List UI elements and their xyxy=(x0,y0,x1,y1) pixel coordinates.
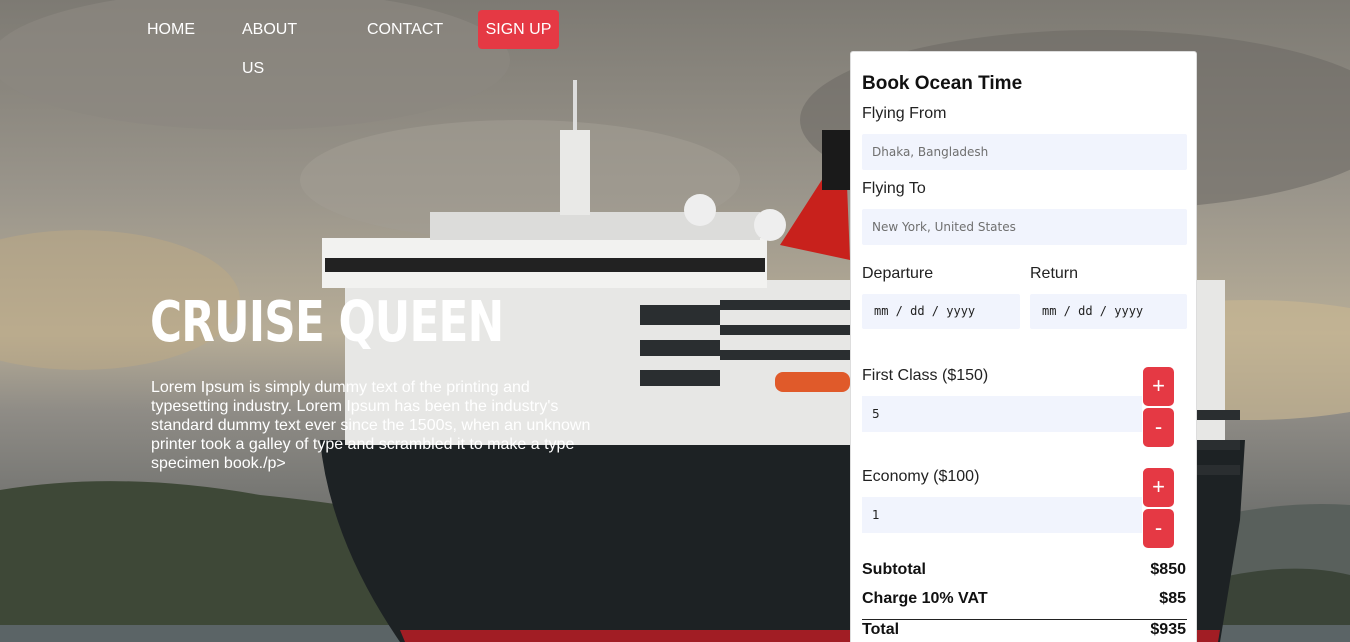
vat-value: $85 xyxy=(1159,590,1186,607)
total-divider xyxy=(862,619,1187,620)
flying-from-input[interactable] xyxy=(862,134,1187,170)
departure-date-input[interactable]: mm / dd / yyyy xyxy=(862,294,1020,329)
first-class-increase-button[interactable]: + xyxy=(1143,367,1174,406)
first-class-label: First Class ($150) xyxy=(862,367,989,384)
hero-description: Lorem Ipsum is simply dummy text of the … xyxy=(151,379,591,472)
vat-label: Charge 10% VAT xyxy=(862,590,988,607)
subtotal-label: Subtotal xyxy=(862,561,926,578)
subtotal-value: $850 xyxy=(1150,561,1186,578)
return-label: Return xyxy=(1030,265,1079,282)
return-date-input[interactable]: mm / dd / yyyy xyxy=(1030,294,1187,329)
hero-title: CRUISE QUEEN xyxy=(150,290,504,355)
nav-home-link[interactable]: HOME xyxy=(147,10,195,49)
signup-button[interactable]: SIGN UP xyxy=(478,10,559,49)
economy-decrease-button[interactable]: - xyxy=(1143,509,1174,548)
nav-contact-link[interactable]: CONTACT xyxy=(367,10,443,49)
first-class-decrease-button[interactable]: - xyxy=(1143,408,1174,447)
booking-panel: Book Ocean Time Flying From Flying To De… xyxy=(850,51,1197,642)
first-class-quantity-input[interactable]: 5 xyxy=(862,396,1142,432)
economy-label: Economy ($100) xyxy=(862,468,980,485)
flying-to-label: Flying To xyxy=(862,180,926,197)
total-label: Total xyxy=(862,621,900,638)
nav-about-link[interactable]: ABOUT US xyxy=(242,10,297,77)
departure-label: Departure xyxy=(862,265,934,282)
booking-title: Book Ocean Time xyxy=(862,73,1023,94)
economy-quantity-input[interactable]: 1 xyxy=(862,497,1142,533)
economy-increase-button[interactable]: + xyxy=(1143,468,1174,507)
flying-to-input[interactable] xyxy=(862,209,1187,245)
total-value: $935 xyxy=(1150,621,1186,638)
flying-from-label: Flying From xyxy=(862,105,947,122)
